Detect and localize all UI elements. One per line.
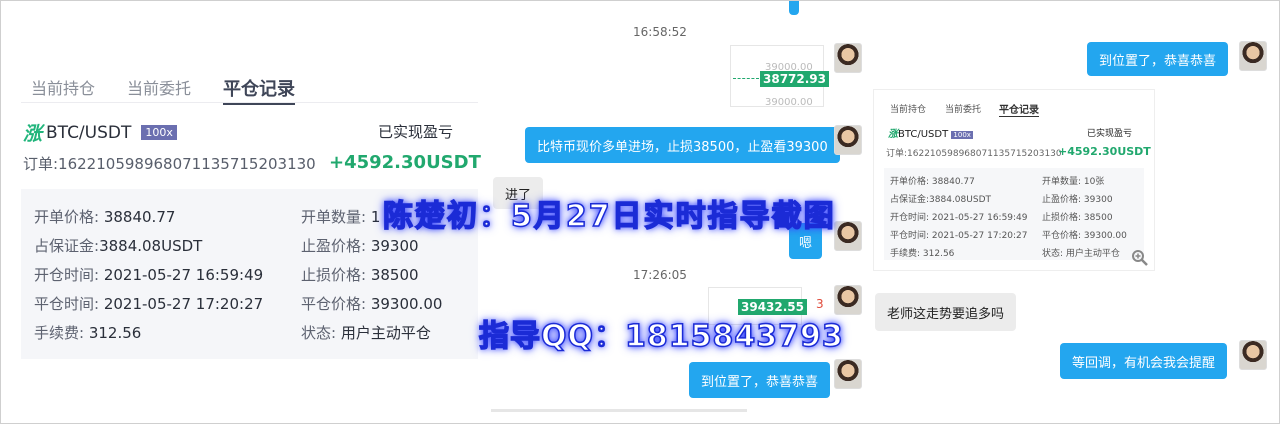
side-number: 3 <box>816 297 824 311</box>
chart-thumbnail[interactable]: 39000.00 38772.93 39000.00 <box>730 45 830 108</box>
sc-tab-position: 当前持仓 <box>890 105 927 115</box>
sc-pnl-label: 已实现盈亏 <box>1087 129 1133 139</box>
position-tabs: 当前持仓 当前委托 平仓记录 <box>31 75 296 105</box>
chat-bubble-bottom: 到位置了，恭喜恭喜 <box>689 362 831 398</box>
realized-pnl-label: 已实现盈亏 <box>378 123 454 141</box>
sc-row: 止盈价格: 39300 <box>1042 195 1113 205</box>
order-id: 订单:162210598968071135715203130 <box>23 155 316 173</box>
avatar[interactable] <box>834 43 862 73</box>
tab-divider <box>21 102 478 103</box>
price-tag: 38772.93 <box>760 71 830 87</box>
embedded-trade-card[interactable]: 当前持仓 当前委托 平仓记录 涨BTC/USDT 100x 已实现盈亏 订单:1… <box>873 89 1155 271</box>
sc-detail-panel: 开单价格: 38840.77 开单数量: 10张 占保证金:3884.08USD… <box>884 168 1144 260</box>
tab-closed-records[interactable]: 平仓记录 <box>223 75 296 105</box>
tab-current-position[interactable]: 当前持仓 <box>31 75 95 105</box>
chat-bubble-call: 比特币现价多单进场，止损38500，止盈看39300 <box>525 127 840 163</box>
chat-bubble-question: 老师这走势要追多吗 <box>875 293 1017 331</box>
sc-row: 开单数量: 10张 <box>1042 177 1105 187</box>
avatar[interactable] <box>834 221 862 251</box>
sc-row: 占保证金:3884.08USDT <box>890 195 991 205</box>
trade-pair: 涨 BTC/USDT 100x <box>23 119 177 146</box>
detail-quantity: 开单数量: 1 <box>301 208 381 226</box>
detail-margin: 占保证金:3884.08USDT <box>34 237 203 255</box>
sc-pair-label: BTC/USDT <box>898 129 949 140</box>
zoom-in-icon[interactable] <box>1131 249 1149 271</box>
detail-close-price: 平仓价格: 39300.00 <box>301 295 443 313</box>
avatar[interactable] <box>834 125 862 155</box>
detail-open-time: 开仓时间: 2021-05-27 16:59:49 <box>34 266 264 284</box>
sc-pair: 涨BTC/USDT 100x <box>888 125 973 140</box>
chat-bubble-cut <box>789 1 799 15</box>
overlay-qq: 指导QQ：1815843793 <box>478 318 844 355</box>
detail-close-time: 平仓时间: 2021-05-27 17:20:27 <box>34 295 264 313</box>
detail-open-price: 开单价格: 38840.77 <box>34 208 176 226</box>
rise-icon: 涨 <box>23 123 43 145</box>
realized-pnl-value: +4592.30USDT <box>329 152 481 173</box>
avatar[interactable] <box>834 359 862 389</box>
avatar[interactable] <box>1239 340 1267 370</box>
detail-status: 状态: 用户主动平仓 <box>301 324 431 342</box>
detail-stop-loss: 止损价格: 38500 <box>301 266 419 284</box>
sc-row: 平仓时间: 2021-05-27 17:20:27 <box>890 231 1028 241</box>
sc-row: 止损价格: 38500 <box>1042 213 1113 223</box>
thumb-price-below: 39000.00 <box>765 97 813 108</box>
overlay-title: 陈楚初：5月27日实时指导截图 <box>382 198 836 235</box>
chat-bubble-top-right: 到位置了，恭喜恭喜 <box>1087 42 1229 76</box>
detail-fee: 手续费: 312.56 <box>34 324 142 342</box>
pair-label: BTC/USDT <box>46 122 132 143</box>
chat-timestamp: 17:26:05 <box>633 268 687 282</box>
sc-row: 开仓时间: 2021-05-27 16:59:49 <box>890 213 1028 223</box>
avatar[interactable] <box>1239 41 1267 71</box>
sc-leverage-badge: 100x <box>951 131 973 139</box>
detail-take-profit: 止盈价格: 39300 <box>301 237 419 255</box>
tab-current-orders[interactable]: 当前委托 <box>127 75 191 105</box>
chat-bubble-reply: 等回调，有机会我会提醒 <box>1060 343 1228 379</box>
sc-row: 状态: 用户主动平仓 <box>1042 249 1120 259</box>
screenshot-frame: 当前持仓 当前委托 平仓记录 涨 BTC/USDT 100x 已实现盈亏 订单:… <box>0 0 1280 424</box>
sc-row: 平仓价格: 39300.00 <box>1042 231 1127 241</box>
rise-icon: 涨 <box>888 129 898 140</box>
sc-tab-closed: 平仓记录 <box>999 101 1039 117</box>
sc-tab-orders: 当前委托 <box>945 105 982 115</box>
price-line <box>733 78 759 79</box>
sc-pnl-value: +4592.30USDT <box>1058 145 1151 158</box>
sc-row: 手续费: 312.56 <box>890 249 955 259</box>
scroll-hint <box>491 409 747 412</box>
sc-row: 开单价格: 38840.77 <box>890 177 975 187</box>
sc-order-id: 订单:162210598968071135715203130 <box>886 149 1062 159</box>
chat-timestamp: 16:58:52 <box>633 25 687 39</box>
leverage-badge: 100x <box>141 125 177 140</box>
